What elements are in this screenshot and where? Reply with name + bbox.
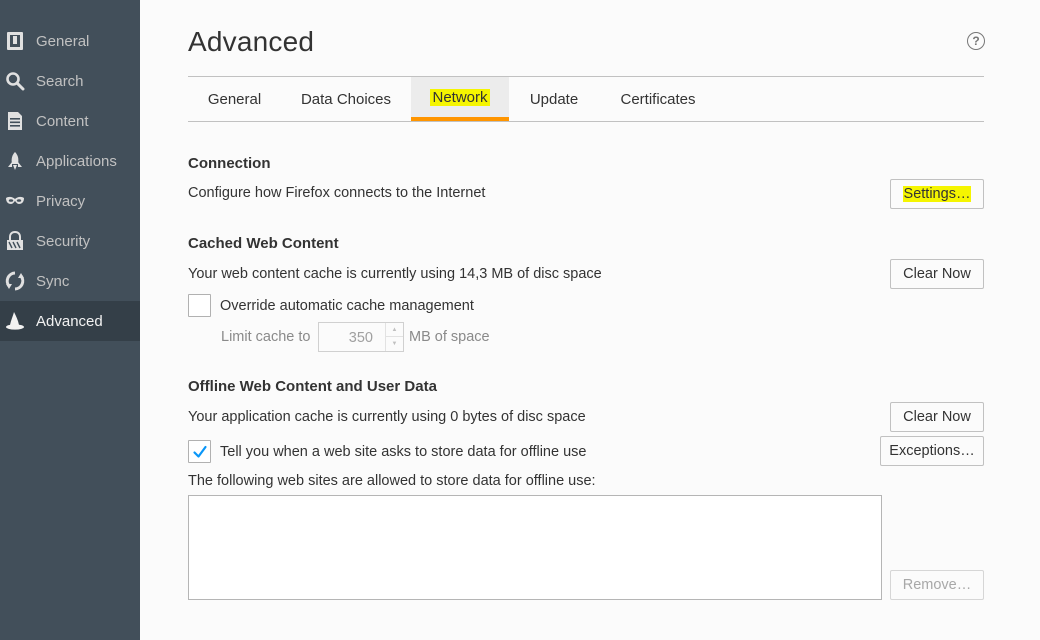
tab-label: Network xyxy=(430,88,490,106)
spin-up-icon[interactable]: ▲ xyxy=(386,323,403,337)
sidebar-item-search[interactable]: Search xyxy=(0,61,140,101)
tab-label: General xyxy=(207,90,262,108)
content-icon xyxy=(5,111,25,131)
sidebar-item-label: Applications xyxy=(36,152,117,170)
cache-usage-description: Your web content cache is currently usin… xyxy=(188,266,602,282)
privacy-mask-icon xyxy=(5,191,25,211)
tab-certificates[interactable]: Certificates xyxy=(600,77,716,121)
tab-label: Update xyxy=(529,90,579,108)
tell-offline-checkbox[interactable] xyxy=(188,440,211,463)
sidebar-item-label: Security xyxy=(36,232,91,250)
sidebar-item-applications[interactable]: Applications xyxy=(0,141,140,181)
tab-data-choices[interactable]: Data Choices xyxy=(286,77,406,121)
general-icon xyxy=(5,31,25,51)
cache-size-input[interactable]: 350 ▲ ▼ xyxy=(318,322,404,352)
sidebar-item-label: Advanced xyxy=(36,312,103,330)
search-icon xyxy=(5,71,25,91)
tab-general[interactable]: General xyxy=(188,77,281,121)
tell-offline-label: Tell you when a web site asks to store d… xyxy=(220,444,587,460)
page-title: Advanced xyxy=(188,26,315,57)
clear-cache-button[interactable]: Clear Now xyxy=(890,259,984,289)
cache-size-value: 350 xyxy=(348,330,373,346)
allowed-sites-label: The following web sites are allowed to s… xyxy=(188,473,596,489)
tab-label: Certificates xyxy=(620,90,696,108)
clear-offline-button[interactable]: Clear Now xyxy=(890,402,984,432)
tab-update[interactable]: Update xyxy=(513,77,595,121)
tab-bar: General Data Choices Network Update Cert… xyxy=(188,77,984,122)
sidebar-item-advanced[interactable]: Advanced xyxy=(0,301,140,341)
connection-settings-button[interactable]: Settings… xyxy=(890,179,984,209)
sidebar-item-label: Privacy xyxy=(36,192,86,210)
override-cache-checkbox[interactable] xyxy=(188,294,211,317)
cached-content-heading: Cached Web Content xyxy=(188,235,339,252)
sidebar-item-privacy[interactable]: Privacy xyxy=(0,181,140,221)
sidebar-item-label: General xyxy=(36,32,90,50)
advanced-wizard-hat-icon xyxy=(5,311,25,331)
sidebar-item-label: Content xyxy=(36,112,89,130)
sidebar-item-label: Search xyxy=(36,72,84,90)
override-cache-label: Override automatic cache management xyxy=(220,298,474,314)
sidebar-item-general[interactable]: General xyxy=(0,21,140,61)
button-label: Remove… xyxy=(902,577,972,593)
button-label: Clear Now xyxy=(903,266,971,282)
cache-size-unit: MB of space xyxy=(409,329,490,345)
exceptions-button[interactable]: Exceptions… xyxy=(880,436,984,466)
button-label: Clear Now xyxy=(903,409,971,425)
offline-content-heading: Offline Web Content and User Data xyxy=(188,378,437,395)
button-label: Settings… xyxy=(902,186,972,202)
sync-icon xyxy=(5,271,25,291)
sidebar-item-label: Sync xyxy=(36,272,70,290)
sidebar-item-content[interactable]: Content xyxy=(0,101,140,141)
tab-network[interactable]: Network xyxy=(411,77,509,121)
limit-cache-label: Limit cache to xyxy=(221,329,311,345)
cache-size-spinner[interactable]: ▲ ▼ xyxy=(385,323,403,351)
app-cache-description: Your application cache is currently usin… xyxy=(188,409,586,425)
offline-sites-list[interactable] xyxy=(188,495,882,600)
connection-description: Configure how Firefox connects to the In… xyxy=(188,185,486,201)
tab-label: Data Choices xyxy=(300,90,392,108)
help-icon[interactable]: ? xyxy=(967,32,985,50)
sidebar-item-sync[interactable]: Sync xyxy=(0,261,140,301)
spin-down-icon[interactable]: ▼ xyxy=(386,337,403,351)
sidebar: General Search Content Applications Priv… xyxy=(0,0,140,640)
security-icon xyxy=(5,231,25,251)
checkmark-icon xyxy=(192,445,207,458)
button-label: Exceptions… xyxy=(889,443,975,459)
remove-site-button[interactable]: Remove… xyxy=(890,570,984,600)
connection-heading: Connection xyxy=(188,155,271,172)
sidebar-item-security[interactable]: Security xyxy=(0,221,140,261)
applications-icon xyxy=(5,151,25,171)
